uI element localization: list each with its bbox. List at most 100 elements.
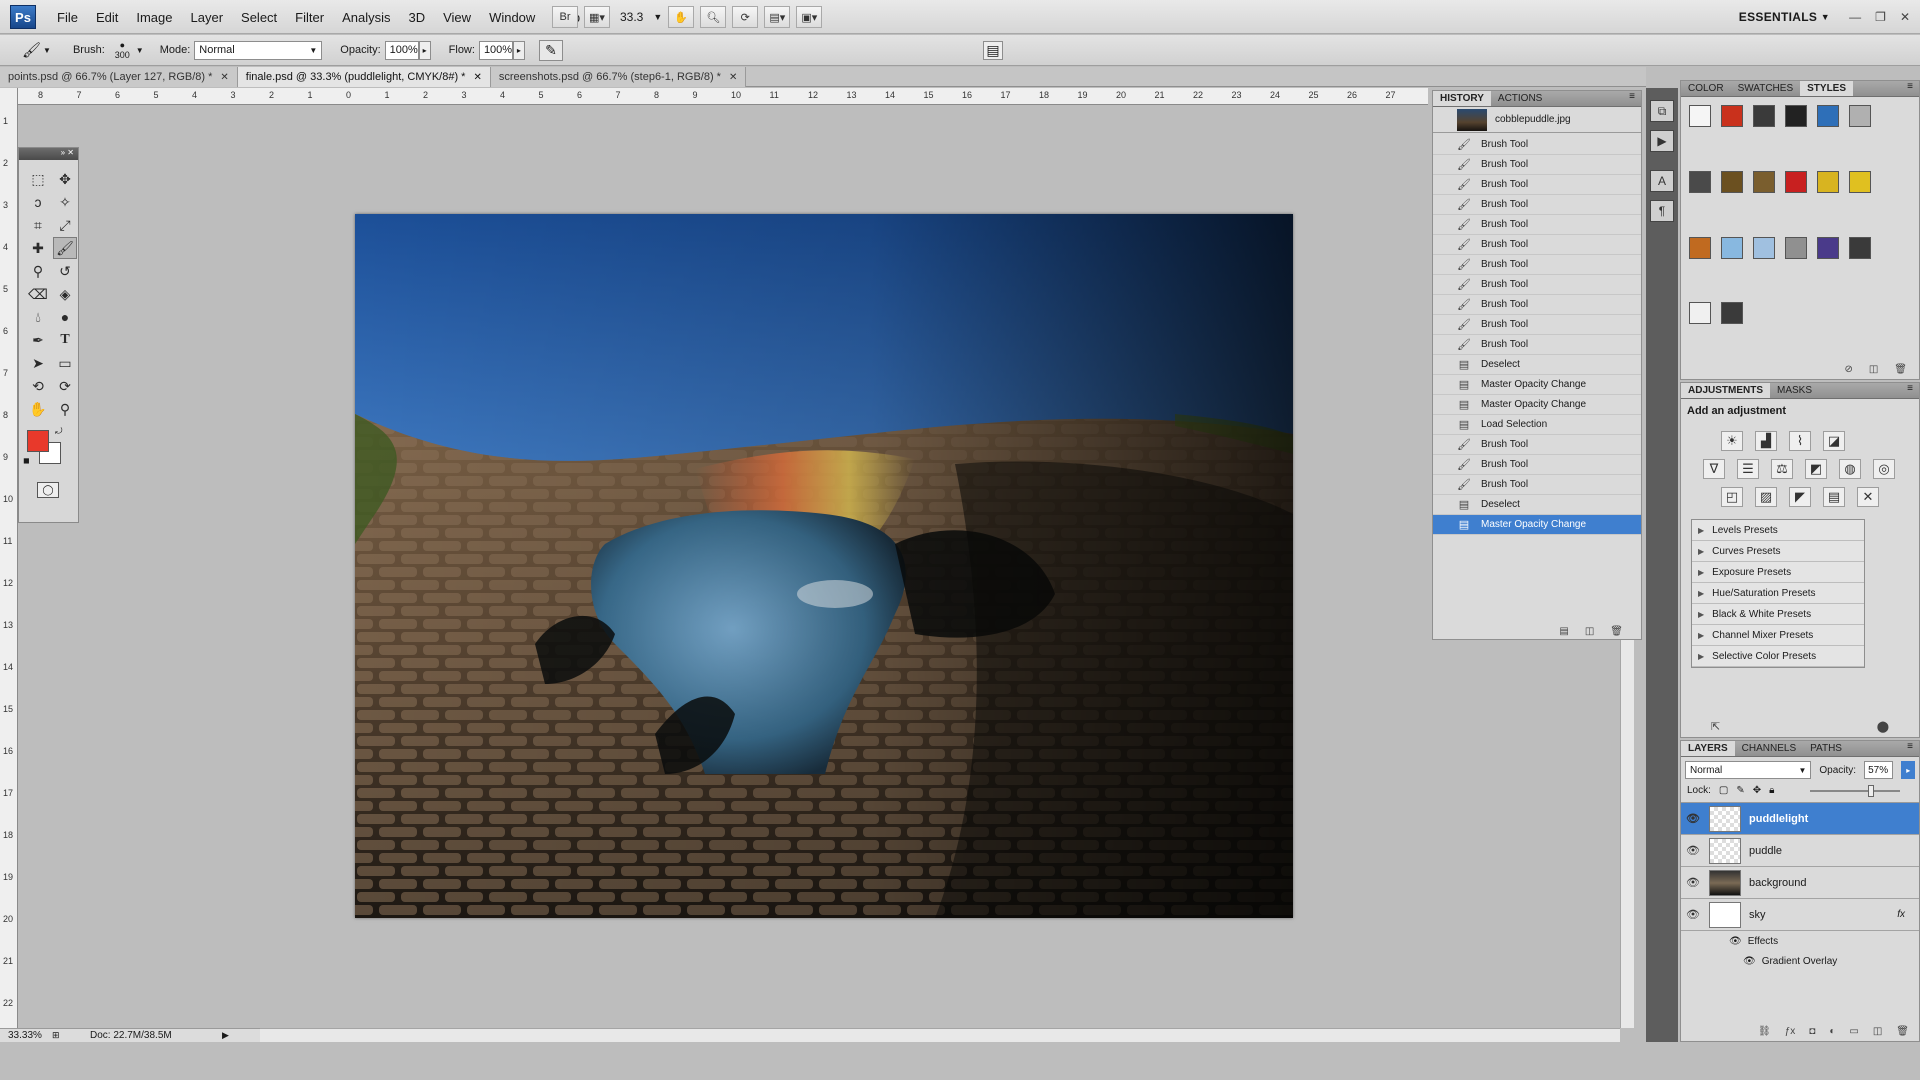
panel-tab[interactable]: PATHS (1803, 741, 1849, 756)
hand-tool-icon[interactable]: ✋ (26, 398, 50, 420)
threshold-icon[interactable]: ◤ (1789, 487, 1811, 507)
history-state[interactable]: 🖌︎ Brush Tool (1433, 155, 1641, 175)
character-panel-button[interactable]: A (1650, 170, 1674, 192)
adjustment-preset-item[interactable]: ▶ Selective Color Presets (1692, 646, 1864, 667)
document-tab[interactable]: finale.psd @ 33.3% (puddlelight, CMYK/8#… (237, 67, 491, 87)
menu-filter[interactable]: Filter (286, 10, 333, 25)
screen-mode-button[interactable]: ▣▾ (796, 6, 823, 28)
style-swatch[interactable] (1721, 236, 1743, 259)
photoshop-logo[interactable]: Ps (10, 5, 36, 29)
history-state[interactable]: 🖌︎ Brush Tool (1433, 235, 1641, 255)
photo-filter-icon[interactable]: ◍ (1839, 459, 1861, 479)
chevron-down-icon[interactable]: ▼ (136, 46, 144, 55)
style-swatch[interactable] (1689, 170, 1711, 193)
layer-name[interactable]: sky (1749, 909, 1766, 921)
blur-tool-icon[interactable]: 💧︎ (26, 306, 50, 328)
expand-arrow-icon[interactable]: ▶ (1698, 610, 1704, 619)
eye-icon[interactable]: 👁︎ (1729, 936, 1742, 947)
lock-pixels-icon[interactable]: ✎ (1736, 785, 1744, 796)
document-image[interactable] (355, 214, 1293, 918)
panel-tab[interactable]: HISTORY (1433, 91, 1491, 106)
style-swatch[interactable] (1785, 170, 1807, 193)
expand-arrow-icon[interactable]: ▶ (1698, 526, 1704, 535)
history-snapshot[interactable]: cobblepuddle.jpg (1433, 107, 1641, 133)
tools-panel-header[interactable]: » ✕ (19, 148, 78, 160)
menu-view[interactable]: View (434, 10, 480, 25)
fill-slider[interactable] (1810, 784, 1901, 797)
history-state[interactable]: 🖌︎ Brush Tool (1433, 135, 1641, 155)
brush-tool-icon[interactable]: 🖌︎ (53, 237, 77, 259)
history-state[interactable]: 🖌︎ Brush Tool (1433, 475, 1641, 495)
layer-row[interactable]: 👁︎ sky fx (1681, 899, 1919, 931)
layer-name[interactable]: puddlelight (1749, 813, 1808, 825)
close-icon[interactable]: ✕ (1900, 10, 1910, 24)
layer-row[interactable]: 👁︎ puddlelight (1681, 803, 1919, 835)
hand-tool-button[interactable]: ✋ (668, 6, 695, 28)
healing-brush-tool-icon[interactable]: ✚ (26, 237, 50, 259)
zoom-tool-button[interactable]: 🔍︎ (700, 6, 727, 28)
style-swatch[interactable] (1721, 170, 1743, 193)
panel-tab[interactable]: CHANNELS (1735, 741, 1803, 756)
history-state[interactable]: ▤ Deselect (1433, 495, 1641, 515)
group-icon[interactable]: ▭ (1849, 1026, 1858, 1037)
expand-arrow-icon[interactable]: ▶ (1698, 631, 1704, 640)
layer-mask-icon[interactable]: ◘ (1809, 1026, 1815, 1037)
move-tool-icon[interactable]: ✥ (53, 168, 77, 190)
layer-effects-row[interactable]: 👁︎ Effects (1681, 931, 1919, 951)
adjustment-preset-item[interactable]: ▶ Channel Mixer Presets (1692, 625, 1864, 646)
close-tab-icon[interactable]: ✕ (473, 72, 481, 83)
lock-transparent-icon[interactable]: ▢ (1719, 785, 1728, 796)
quick-mask-button[interactable]: ◯ (37, 482, 59, 498)
canvas-horizontal-scrollbar[interactable] (260, 1028, 1620, 1042)
menu-image[interactable]: Image (127, 10, 181, 25)
horizontal-ruler[interactable]: 8 7 6 5 4 3 2 1 0 1 2 3 4 5 6 7 8 9 10 11 12 13 14 15 16 17 18 19 20… (18, 88, 1428, 105)
history-state[interactable]: 🖌︎ Brush Tool (1433, 295, 1641, 315)
zoom-tool-icon[interactable]: ⚲ (53, 398, 77, 420)
style-swatch[interactable] (1785, 236, 1807, 259)
3d-orbit-tool-icon[interactable]: ⟳ (53, 375, 77, 397)
trash-icon[interactable]: 🗑︎ (1896, 1026, 1909, 1037)
zoom-dropdown-icon[interactable]: ▼ (653, 12, 662, 22)
close-tab-icon[interactable]: ✕ (729, 72, 737, 83)
history-state[interactable]: ▤ Load Selection (1433, 415, 1641, 435)
panel-tab[interactable]: LAYERS (1681, 741, 1735, 756)
clear-style-icon[interactable]: ⊘ (1844, 364, 1852, 375)
rotate-view-button[interactable]: ⟳ (732, 6, 759, 28)
adjustment-preset-item[interactable]: ▶ Curves Presets (1692, 541, 1864, 562)
crop-tool-icon[interactable]: ⌗ (26, 214, 50, 236)
path-selection-tool-icon[interactable]: ➤ (26, 352, 50, 374)
blend-mode-select[interactable]: Normal ▼ (1685, 761, 1812, 779)
posterize-icon[interactable]: ▨ (1755, 487, 1777, 507)
style-swatch[interactable] (1689, 105, 1711, 127)
status-icon[interactable]: ⊞ (52, 1030, 72, 1041)
type-tool-icon[interactable]: T (53, 329, 77, 351)
style-swatch[interactable] (1721, 105, 1743, 127)
panel-menu-icon[interactable]: ≡ (1901, 741, 1919, 756)
adjustment-preset-item[interactable]: ▶ Black & White Presets (1692, 604, 1864, 625)
history-state[interactable]: 🖌︎ Brush Tool (1433, 315, 1641, 335)
style-swatch[interactable] (1817, 105, 1839, 127)
style-swatch[interactable] (1785, 105, 1807, 127)
layer-row[interactable]: 👁︎ puddle (1681, 835, 1919, 867)
history-state[interactable]: ▤ Deselect (1433, 355, 1641, 375)
new-document-from-state-icon[interactable]: ▤ (1559, 626, 1568, 637)
opacity-slider-icon[interactable]: ▸ (1901, 761, 1915, 779)
color-balance-icon[interactable]: ⚖ (1771, 459, 1793, 479)
history-state[interactable]: 🖌︎ Brush Tool (1433, 335, 1641, 355)
chevron-down-icon[interactable]: ▼ (43, 46, 51, 55)
adjustment-preset-item[interactable]: ▶ Levels Presets (1692, 520, 1864, 541)
expand-arrow-icon[interactable]: ▶ (1698, 547, 1704, 556)
clip-to-layer-icon[interactable]: ⬤ (1877, 720, 1889, 733)
brush-panel-toggle-icon[interactable]: ▤ (982, 40, 1003, 60)
layer-name[interactable]: puddle (1749, 845, 1782, 857)
history-state[interactable]: 🖌︎ Brush Tool (1433, 455, 1641, 475)
link-layers-icon[interactable]: ⛓︎ (1758, 1026, 1771, 1037)
trash-icon[interactable]: 🗑︎ (1610, 626, 1623, 637)
channel-mixer-icon[interactable]: ◎ (1873, 459, 1895, 479)
history-state[interactable]: 🖌︎ Brush Tool (1433, 175, 1641, 195)
brush-size-picker[interactable]: ● 300 (115, 40, 130, 60)
opacity-field[interactable]: 100% (384, 40, 419, 60)
marquee-tool-icon[interactable]: ⬚ (26, 168, 50, 190)
curves-icon[interactable]: ⌇ (1789, 431, 1811, 451)
paint-bucket-tool-icon[interactable]: ◈ (53, 283, 77, 305)
